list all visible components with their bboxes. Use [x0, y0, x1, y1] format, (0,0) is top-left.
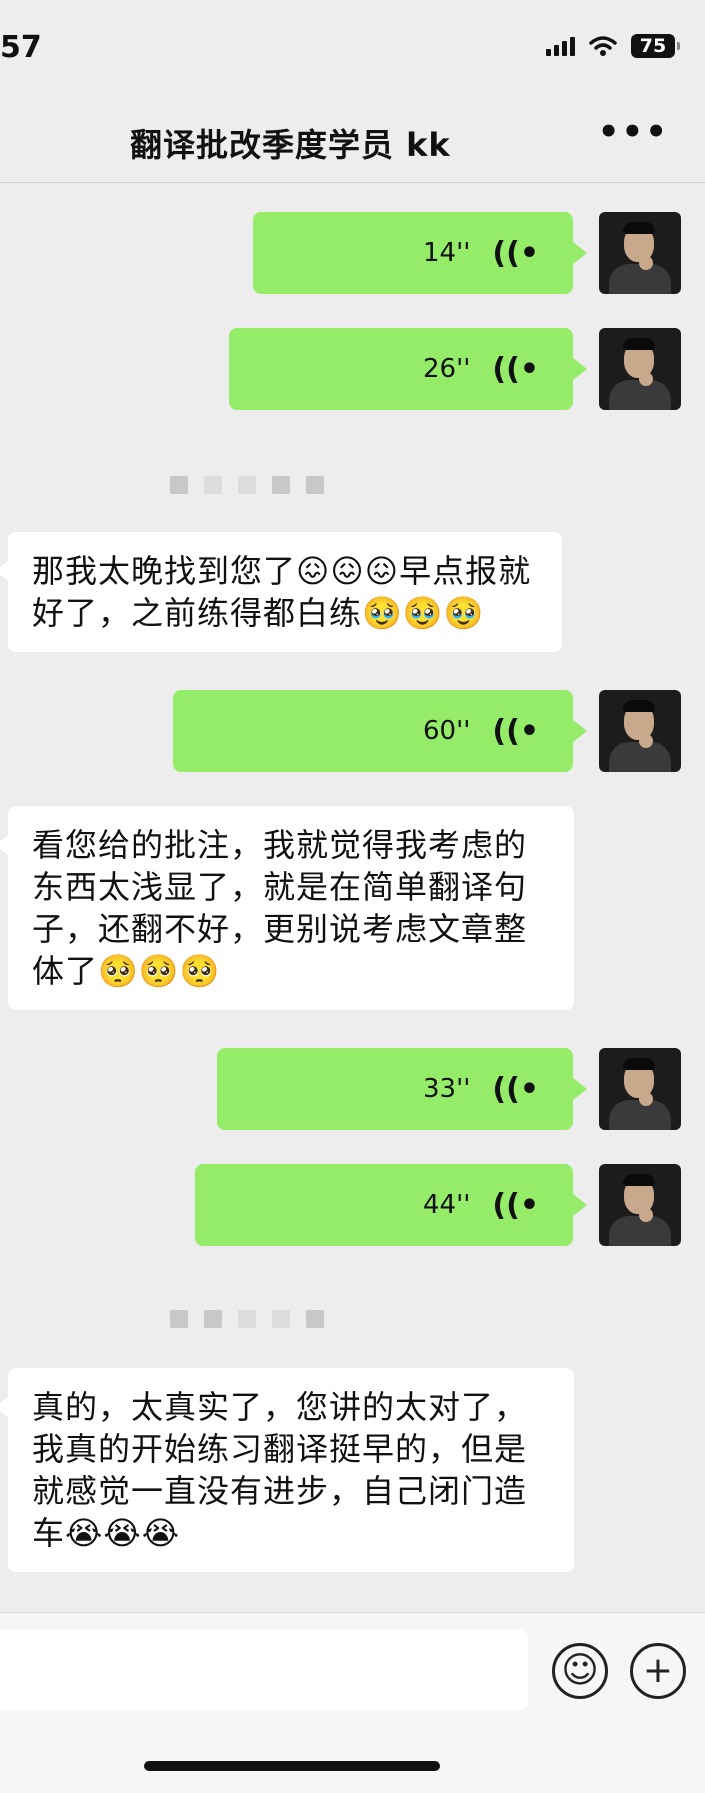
status-icons: 75 [546, 34, 680, 58]
avatar[interactable] [599, 690, 681, 772]
voice-wave-icon: ((• [492, 235, 539, 271]
received-message[interactable]: 看您给的批注，我就觉得我考虑的东西太浅显了，就是在简单翻译句子，还翻不好，更别说… [0, 806, 574, 1010]
voice-message[interactable]: 14'' ((• [253, 212, 587, 294]
voice-duration: 60'' [423, 716, 471, 746]
chat-header: 翻译批改季度学员 kk ••• [0, 86, 705, 183]
blurred-timestamp [170, 1310, 324, 1328]
voice-duration: 44'' [423, 1190, 471, 1220]
signal-icon [546, 36, 575, 56]
message-input[interactable] [0, 1630, 528, 1710]
received-message[interactable]: 那我太晚找到您了😖😖😖早点报就好了，之前练得都白练🥹🥹🥹 [0, 532, 562, 652]
voice-wave-icon: ((• [492, 1187, 539, 1223]
plus-button[interactable]: + [630, 1643, 686, 1699]
voice-duration: 14'' [423, 238, 471, 268]
voice-wave-icon: ((• [492, 1071, 539, 1107]
voice-message[interactable]: 44'' ((• [195, 1164, 587, 1246]
voice-message[interactable]: 26'' ((• [229, 328, 587, 410]
blurred-timestamp [170, 476, 324, 494]
more-options-button[interactable]: ••• [598, 115, 669, 149]
battery-level: 75 [631, 34, 680, 58]
voice-message[interactable]: 60'' ((• [173, 690, 587, 772]
avatar[interactable] [599, 1164, 681, 1246]
voice-message[interactable]: 33'' ((• [217, 1048, 587, 1130]
status-time: 57 [0, 30, 42, 65]
voice-wave-icon: ((• [492, 713, 539, 749]
received-message[interactable]: 真的，太真实了，您讲的太对了，我真的开始练习翻译挺早的，但是就感觉一直没有进步，… [0, 1368, 574, 1572]
voice-wave-icon: ((• [492, 351, 539, 387]
wifi-icon [589, 36, 617, 56]
emoji-button[interactable]: ☺ [552, 1643, 608, 1699]
avatar[interactable] [599, 328, 681, 410]
avatar[interactable] [599, 1048, 681, 1130]
voice-duration: 26'' [423, 354, 471, 384]
avatar[interactable] [599, 212, 681, 294]
voice-duration: 33'' [423, 1074, 471, 1104]
chat-title: 翻译批改季度学员 kk [130, 126, 451, 164]
home-indicator[interactable] [144, 1761, 440, 1771]
